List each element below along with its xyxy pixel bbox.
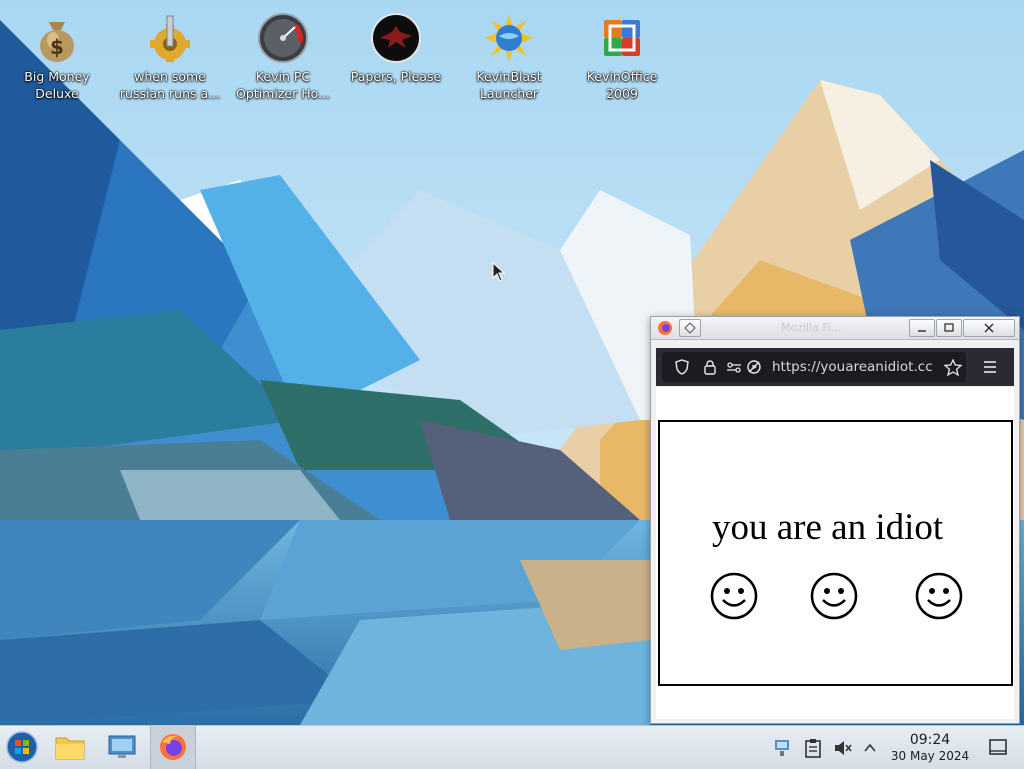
- browser-toolbar: https://youareanidiot.cc: [656, 348, 1014, 386]
- diamond-icon: [684, 322, 696, 334]
- taskbar-file-manager[interactable]: [48, 726, 92, 769]
- window-menu-button[interactable]: [679, 319, 701, 337]
- desktop-icon-label: when some russian runs a...: [119, 69, 221, 101]
- desktop-icon-big-money-deluxe[interactable]: $ Big Money Deluxe: [3, 8, 111, 102]
- speedometer-gauge-icon: [258, 13, 308, 63]
- desktop-icon-label: Kevin PC Optimizer Ho...: [236, 69, 330, 101]
- globe-burst-icon: [485, 14, 533, 62]
- network-icon[interactable]: [772, 738, 792, 758]
- firefox-icon: [160, 734, 186, 760]
- desktop-icon-kevin-pc-optimizer[interactable]: Kevin PC Optimizer Ho...: [229, 8, 337, 102]
- minimize-button[interactable]: [909, 319, 935, 337]
- gear-cog-icon: [150, 15, 190, 62]
- monitor-settings-icon: [108, 735, 136, 758]
- expand-tray-icon[interactable]: [862, 740, 878, 756]
- page-content[interactable]: you are an idiot: [656, 387, 1014, 719]
- url-text[interactable]: https://youareanidiot.cc: [772, 359, 942, 375]
- window-title: Mozilla Fi...: [781, 321, 842, 334]
- lock-icon[interactable]: [702, 359, 718, 375]
- taskbar-firefox[interactable]: [150, 726, 196, 769]
- start-menu-button[interactable]: [0, 726, 44, 769]
- desktop-icon-label: KevinOffice 2009: [586, 69, 658, 101]
- permissions-icon[interactable]: [726, 359, 742, 375]
- eagle-emblem-icon: [371, 13, 421, 63]
- volume-muted-icon[interactable]: [833, 738, 853, 758]
- bookmark-star-icon[interactable]: [944, 359, 962, 376]
- show-desktop-icon[interactable]: [988, 738, 1008, 756]
- smiley-face-icon: [810, 572, 858, 620]
- svg-text:$: $: [50, 35, 64, 59]
- desktop-icon-papers-please[interactable]: Papers, Please: [342, 8, 450, 85]
- clipboard-icon[interactable]: [804, 738, 822, 758]
- minimize-icon: [918, 330, 926, 332]
- autoplay-blocked-icon[interactable]: [746, 359, 762, 375]
- clock-time[interactable]: 09:24: [890, 732, 970, 748]
- desktop-icon-kevinoffice-2009[interactable]: KevinOffice 2009: [568, 8, 676, 102]
- desktop-icon-label: Big Money Deluxe: [24, 69, 90, 101]
- taskbar-system-settings[interactable]: [100, 726, 144, 769]
- office-logo-icon: [604, 20, 640, 56]
- url-bar[interactable]: https://youareanidiot.cc: [662, 352, 966, 382]
- desktop-icon-russian-runs[interactable]: when some russian runs a...: [116, 8, 224, 102]
- window-titlebar[interactable]: Mozilla Fi...: [651, 317, 1019, 340]
- close-icon: [984, 323, 994, 333]
- start-orb-icon: [6, 731, 38, 763]
- desktop-icon-kevinblast-launcher[interactable]: KevinBlast Launcher: [455, 8, 563, 102]
- hamburger-menu-icon[interactable]: [982, 360, 998, 374]
- desktop-icon-label: KevinBlast Launcher: [476, 69, 542, 101]
- money-bag-icon: $: [40, 22, 74, 62]
- smiley-face-icon: [710, 572, 758, 620]
- mouse-cursor-icon: [492, 262, 506, 282]
- clock-date[interactable]: 30 May 2024: [880, 749, 980, 763]
- maximize-icon: [944, 323, 954, 332]
- idiot-panel: you are an idiot: [658, 420, 1013, 686]
- maximize-button[interactable]: [936, 319, 962, 337]
- taskbar: 09:24 30 May 2024: [0, 725, 1024, 769]
- browser-window[interactable]: Mozilla Fi... https://youareanidiot.cc y…: [650, 316, 1020, 724]
- desktop-icon-label: Papers, Please: [350, 69, 442, 84]
- firefox-icon: [658, 321, 672, 335]
- tracking-protection-shield-icon[interactable]: [674, 359, 690, 375]
- idiot-message: you are an idiot: [712, 507, 944, 548]
- folder-icon: [55, 737, 85, 760]
- smiley-face-icon: [915, 572, 963, 620]
- close-button[interactable]: [963, 319, 1015, 337]
